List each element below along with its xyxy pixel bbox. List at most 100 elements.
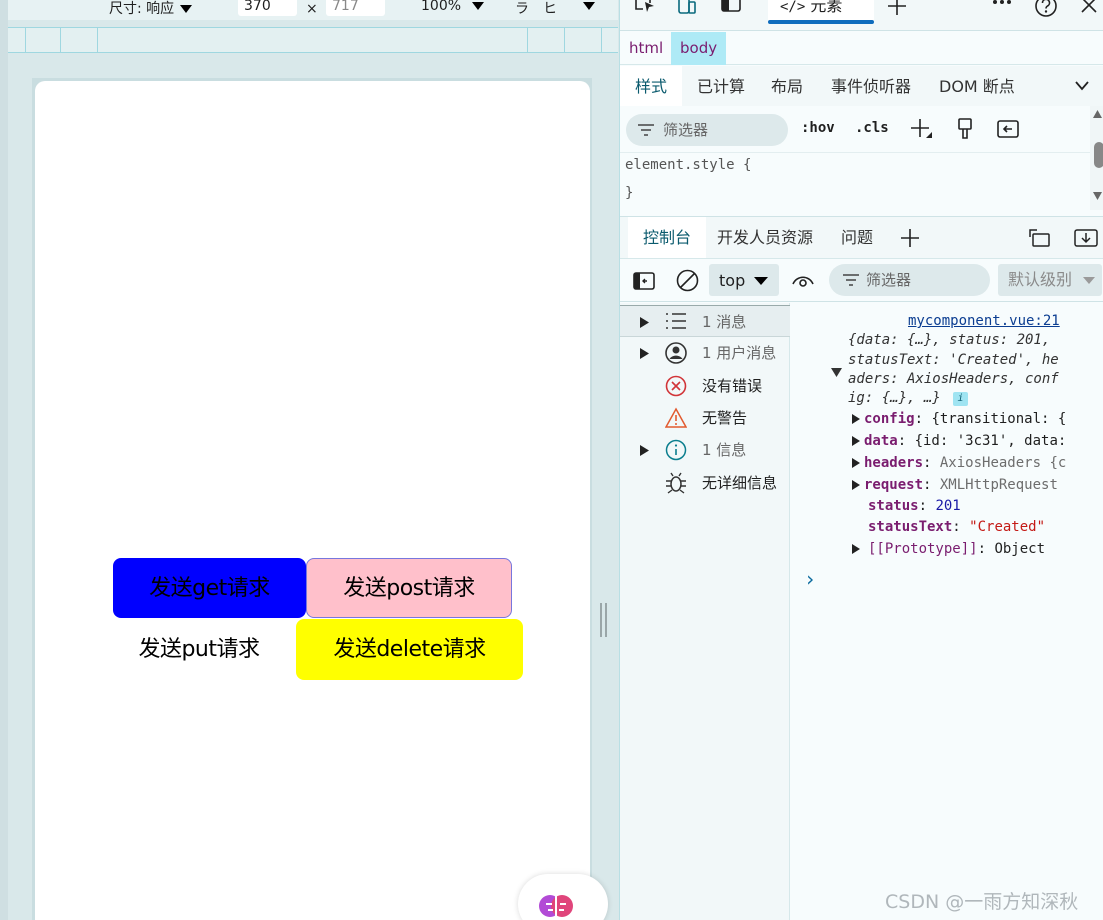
add-tab-icon[interactable] (887, 0, 907, 16)
prop-status-text: statusText: "Created" (868, 519, 1046, 535)
inspect-element-icon[interactable] (634, 0, 656, 14)
log-summary-line[interactable]: ig: {…}, …} (848, 390, 941, 406)
tab-computed[interactable]: 已计算 (697, 66, 745, 106)
console-prompt[interactable]: › (804, 567, 816, 591)
width-input[interactable]: 370 (238, 0, 297, 16)
throttle-glyph-a[interactable]: ラ (515, 0, 529, 18)
send-get-request-button[interactable]: 发送get请求 (113, 558, 306, 618)
tab-layout[interactable]: 布局 (771, 66, 803, 106)
prop-key: status (868, 498, 919, 514)
prop-key: [[Prototype]] (868, 541, 978, 557)
console-output: mycomponent.vue:21 {data: {…}, status: 2… (791, 303, 1103, 920)
prop-value: Object (994, 541, 1046, 557)
tab-developer-resources[interactable]: 开发人员资源 (717, 217, 813, 259)
log-summary-line[interactable]: {data: {…}, status: 201, (848, 332, 1050, 348)
prop-value: "Created" (969, 519, 1046, 535)
console-filter-input[interactable]: 筛选器 (829, 264, 990, 296)
help-icon[interactable] (1034, 0, 1058, 18)
more-icon[interactable] (992, 0, 1012, 7)
media-query-ruler[interactable] (8, 27, 618, 53)
expand-arrow-icon[interactable] (852, 414, 860, 424)
sidebar-item-label: 1 信息 (702, 441, 747, 459)
log-summary-line[interactable]: aders: AxiosHeaders, conf (848, 371, 1059, 387)
styles-scrollbar[interactable] (1090, 106, 1103, 210)
hov-toggle[interactable]: :hov (801, 120, 835, 136)
tab-dom-breakpoints[interactable]: DOM 断点 (939, 66, 1015, 106)
log-summary-line[interactable]: statusText: 'Created', he (848, 352, 1059, 368)
log-level-selector[interactable]: 默认级别 (998, 264, 1102, 296)
panel-layout-icon[interactable] (721, 0, 741, 16)
prop-data[interactable]: data: {id: '3c31', data: (864, 433, 1066, 449)
paint-brush-icon[interactable] (956, 118, 974, 140)
prop-value: 201 (935, 498, 961, 514)
resize-handle-icon[interactable] (600, 603, 607, 637)
list-icon (666, 313, 686, 329)
expand-arrow-icon[interactable] (852, 480, 860, 490)
code-icon: </> (780, 0, 806, 15)
throttle-glyph-b[interactable]: ヒ (543, 0, 557, 18)
chevron-down-icon[interactable] (1075, 81, 1089, 91)
dimensions-dropdown[interactable]: 尺寸: 响应 (109, 0, 193, 18)
eye-icon[interactable] (792, 273, 814, 287)
styles-filter-input[interactable]: 筛选器 (626, 114, 788, 146)
send-post-request-button[interactable]: 发送post请求 (306, 558, 512, 618)
expand-arrow-icon[interactable] (852, 544, 860, 554)
ai-assistant-badge[interactable] (518, 874, 608, 920)
info-icon (665, 439, 687, 461)
device-toolbar: 尺寸: 响应 370 × 717 100% ラ ヒ (8, 0, 618, 20)
element-style-open[interactable]: element.style { (625, 157, 751, 173)
undock-drawer-icon[interactable] (1029, 229, 1051, 247)
show-sidebar-icon[interactable] (633, 272, 655, 290)
brain-icon (539, 895, 573, 918)
new-style-rule-icon[interactable] (910, 118, 934, 142)
zoom-dropdown[interactable]: 100% (421, 0, 485, 14)
prop-request[interactable]: request: XMLHttpRequest (864, 477, 1058, 493)
close-drawer-icon[interactable] (1074, 229, 1098, 247)
close-icon[interactable] (1080, 0, 1098, 14)
filter-icon (638, 124, 654, 136)
sidebar-item-errors[interactable]: 没有错误 (620, 370, 790, 402)
styles-tab-bar: 样式 已计算 布局 事件侦听器 DOM 断点 (620, 66, 1103, 106)
expand-arrow-icon[interactable] (852, 436, 860, 446)
clear-console-icon[interactable] (676, 269, 699, 292)
info-badge-icon[interactable]: i (953, 392, 968, 406)
prop-prototype[interactable]: [[Prototype]]: Object (868, 541, 1045, 557)
device-toggle-icon[interactable] (675, 0, 697, 16)
cls-toggle[interactable]: .cls (855, 120, 889, 136)
prop-headers[interactable]: headers: AxiosHeaders {c (864, 455, 1066, 471)
send-put-request-button[interactable]: 发送put请求 (113, 620, 285, 680)
breadcrumb: html body (620, 32, 1103, 65)
prop-config[interactable]: config: {transitional: { (864, 411, 1066, 427)
sidebar-item-warnings[interactable]: 无警告 (620, 402, 790, 434)
sidebar-item-label: 1 消息 (702, 313, 747, 331)
prop-value: XMLHttpRequest (939, 477, 1058, 493)
source-link[interactable]: mycomponent.vue:21 (908, 313, 1060, 329)
sidebar-item-verbose[interactable]: 无详细信息 (620, 467, 790, 499)
tab-issues[interactable]: 问题 (841, 217, 873, 259)
tab-styles[interactable]: 样式 (620, 66, 682, 106)
prop-key: request (864, 477, 924, 493)
sidebar-item-info[interactable]: 1 信息 (620, 434, 790, 466)
device-emulation-pane: 尺寸: 响应 370 × 717 100% ラ ヒ 发送get请求 发送post… (0, 0, 619, 920)
expand-arrow-icon[interactable] (852, 458, 860, 468)
error-icon (665, 375, 687, 397)
context-selector[interactable]: top (709, 264, 779, 296)
prop-value: AxiosHeaders {c (939, 455, 1067, 471)
tab-console[interactable]: 控制台 (628, 217, 706, 259)
sidebar-item-label: 1 用户消息 (702, 344, 777, 362)
collapse-arrow-icon[interactable] (831, 368, 842, 377)
watermark: CSDN @一雨方知深秋 (885, 891, 1079, 913)
sidebar-item-user-messages[interactable]: 1 用户消息 (620, 337, 790, 369)
console-toolbar: top 筛选器 默认级别 (620, 258, 1103, 302)
toggle-sidebar-icon[interactable] (997, 120, 1019, 138)
breadcrumb-body[interactable]: body (671, 32, 727, 65)
add-tab-icon[interactable] (900, 228, 920, 248)
height-input[interactable]: 717 (326, 0, 385, 16)
more-options-chevron-icon[interactable] (582, 1, 596, 11)
tab-elements[interactable]: </> 元素 (768, 0, 874, 24)
sidebar-item-messages[interactable]: 1 消息 (620, 305, 790, 337)
bug-icon (666, 472, 686, 494)
tab-event-listeners[interactable]: 事件侦听器 (831, 66, 911, 106)
send-delete-request-button[interactable]: 发送delete请求 (296, 619, 523, 680)
breadcrumb-html[interactable]: html (620, 32, 672, 65)
